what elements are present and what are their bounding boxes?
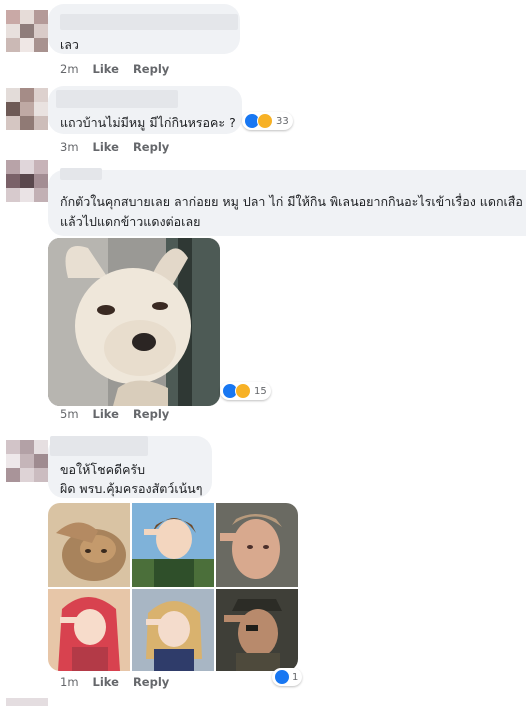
- comment-actions: 1m Like Reply: [60, 675, 183, 689]
- reaction-count: 33: [276, 115, 289, 127]
- reply-button[interactable]: Reply: [133, 675, 169, 689]
- comment-time: 3m: [60, 140, 79, 154]
- comment-text-line-1: ขอให้โชคดีครับ: [60, 462, 146, 477]
- haha-reaction-icon: [235, 383, 251, 399]
- avatar[interactable]: [6, 10, 48, 52]
- comment-text-line-2: ผิด พรบ.คุ้มครองสัตว์เน้นๆ: [60, 481, 203, 496]
- comment-actions: 5m Like Reply: [60, 407, 183, 421]
- comment-text: เลว: [60, 37, 79, 52]
- reaction-count: 1: [292, 671, 299, 683]
- comment-actions: 3m Like Reply: [60, 140, 183, 154]
- reply-button[interactable]: Reply: [133, 62, 169, 76]
- like-button[interactable]: Like: [93, 140, 119, 154]
- anime-girl-blonde-salute-tile: [132, 589, 214, 671]
- like-reaction-icon: [274, 669, 290, 685]
- chihuahua-dog-photo[interactable]: [48, 238, 220, 406]
- reply-button[interactable]: Reply: [133, 140, 169, 154]
- like-button[interactable]: Like: [93, 407, 119, 421]
- comment-time: 2m: [60, 62, 79, 76]
- reaction-summary[interactable]: 15: [220, 382, 271, 400]
- anime-girl-red-salute-tile: [48, 589, 130, 671]
- comment-time: 5m: [60, 407, 79, 421]
- salute-collage-photo[interactable]: [48, 503, 298, 671]
- comment-text: แถวบ้านไม่มีหมู มีไก่กินหรอคะ ?: [60, 115, 236, 130]
- redacted-name: [60, 14, 238, 30]
- avatar[interactable]: [6, 160, 48, 202]
- reply-button[interactable]: Reply: [133, 407, 169, 421]
- anime-boy-salute-tile: [132, 503, 214, 587]
- soldier-salute-tile: [216, 589, 298, 671]
- reaction-summary[interactable]: 1: [272, 668, 303, 686]
- like-button[interactable]: Like: [93, 62, 119, 76]
- redacted-name: [50, 436, 148, 456]
- comment-text-line-2: แล้วไปแดกข้าวแดงต่อเลย: [60, 214, 201, 229]
- like-button[interactable]: Like: [93, 675, 119, 689]
- comment-actions: 2m Like Reply: [60, 62, 183, 76]
- comment-text-line-1: กักตัวในคุกสบายเลย ลาก่อยย หมู ปลา ไก่ ม…: [60, 194, 523, 209]
- reaction-summary[interactable]: 33: [242, 112, 293, 130]
- redacted-name: [56, 90, 178, 108]
- next-comment-avatar-partial: [6, 698, 48, 706]
- avatar[interactable]: [6, 440, 48, 482]
- reaction-count: 15: [254, 385, 267, 397]
- cat-salute-tile: [48, 503, 130, 587]
- redacted-name: [60, 168, 102, 180]
- haha-reaction-icon: [257, 113, 273, 129]
- comment-time: 1m: [60, 675, 79, 689]
- man-salute-tile: [216, 503, 298, 587]
- dog-image: [48, 238, 220, 406]
- avatar[interactable]: [6, 88, 48, 130]
